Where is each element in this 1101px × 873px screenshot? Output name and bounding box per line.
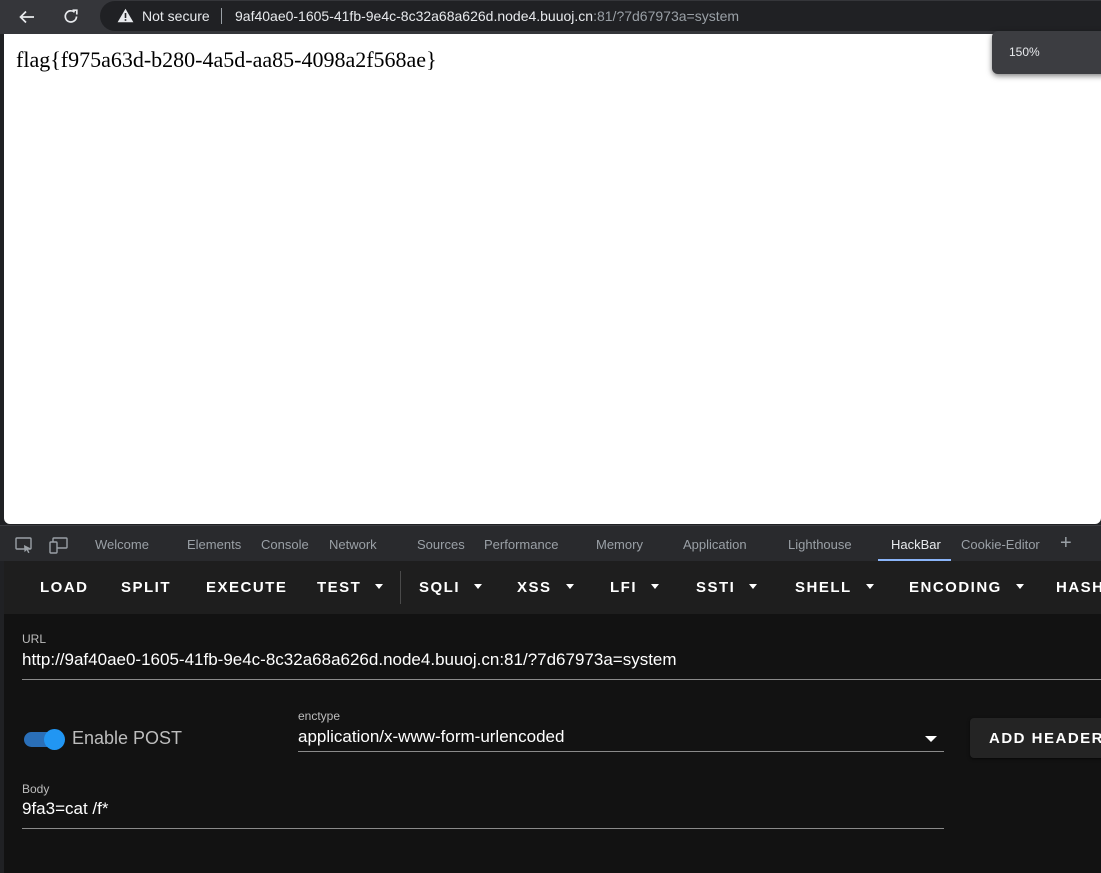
hackbar-menu: LOAD SPLIT EXECUTE TEST SQLI XSS LFI SST… <box>4 561 1101 614</box>
enctype-underline <box>298 751 944 752</box>
enable-post-label: Enable POST <box>72 728 183 748</box>
xss-label: XSS <box>517 579 552 596</box>
reload-icon <box>64 9 78 23</box>
url-field[interactable]: http://9af40ae0-1605-41fb-9e4c-8c32a68a6… <box>22 650 677 670</box>
warning-icon[interactable] <box>117 8 134 28</box>
tab-console[interactable]: Console <box>261 537 309 552</box>
load-label: LOAD <box>40 579 89 596</box>
test-label: TEST <box>317 579 362 596</box>
tab-performance[interactable]: Performance <box>484 537 558 552</box>
split-label: SPLIT <box>121 579 172 596</box>
caret-down-icon <box>749 583 758 589</box>
load-button[interactable]: LOAD <box>40 579 89 596</box>
omnibox-divider <box>221 8 222 24</box>
tab-application[interactable]: Application <box>683 537 747 552</box>
caret-down-icon <box>865 583 874 589</box>
caret-down-icon <box>651 583 659 589</box>
enable-post-toggle[interactable] <box>24 729 66 750</box>
sqli-label: SQLI <box>419 579 461 596</box>
url-field-label: URL <box>22 632 47 646</box>
url-field-underline <box>22 679 1101 680</box>
body-field-underline <box>22 828 944 829</box>
add-header-button[interactable]: ADD HEADER <box>970 718 1101 758</box>
browser-toolbar: Not secure 9af40ae0-1605-41fb-9e4c-8c32a… <box>0 0 1101 34</box>
tab-sources[interactable]: Sources <box>417 537 465 552</box>
execute-label: EXECUTE <box>206 579 288 596</box>
dropdown-arrow-icon[interactable] <box>925 736 937 742</box>
url-display[interactable]: 9af40ae0-1605-41fb-9e4c-8c32a68a626d.nod… <box>235 8 739 24</box>
plus-icon[interactable]: + <box>1060 532 1072 555</box>
tab-lighthouse[interactable]: Lighthouse <box>788 537 852 552</box>
tab-memory[interactable]: Memory <box>596 537 643 552</box>
hackbar-panel: LOAD SPLIT EXECUTE TEST SQLI XSS LFI SST… <box>4 561 1101 873</box>
sqli-menu[interactable]: SQLI <box>419 579 483 596</box>
caret-down-icon <box>565 583 574 589</box>
menu-divider <box>400 571 401 604</box>
url-path: :81/?7d67973a=system <box>593 8 740 24</box>
shell-menu[interactable]: SHELL <box>795 579 874 596</box>
add-header-label: ADD HEADER <box>989 730 1101 747</box>
page-viewport: flag{f975a63d-b280-4a5d-aa85-4098a2f568a… <box>4 34 1101 524</box>
security-label[interactable]: Not secure <box>142 8 210 24</box>
toggle-thumb <box>44 729 65 750</box>
encoding-menu[interactable]: ENCODING <box>909 579 1024 596</box>
address-bar[interactable]: Not secure 9af40ae0-1605-41fb-9e4c-8c32a… <box>100 1 1101 31</box>
tab-hackbar[interactable]: HackBar <box>891 537 941 552</box>
caret-down-icon <box>1015 583 1024 589</box>
tab-cookie-editor[interactable]: Cookie-Editor <box>961 537 1040 552</box>
hash-menu[interactable]: HASH <box>1056 579 1101 596</box>
tab-welcome[interactable]: Welcome <box>95 537 149 552</box>
execute-button[interactable]: EXECUTE <box>206 579 287 596</box>
devtools-tab-bar: Welcome Elements Console Network Sources… <box>0 525 1101 561</box>
test-menu[interactable]: TEST <box>317 579 384 596</box>
xss-menu[interactable]: XSS <box>517 579 574 596</box>
back-button[interactable] <box>14 4 40 30</box>
inspect-element-icon[interactable] <box>15 537 34 559</box>
page-content-text: flag{f975a63d-b280-4a5d-aa85-4098a2f568a… <box>16 47 437 72</box>
reload-button[interactable] <box>58 4 84 30</box>
lfi-label: LFI <box>610 579 637 596</box>
enctype-label: enctype <box>298 709 341 723</box>
url-host: 9af40ae0-1605-41fb-9e4c-8c32a68a626d.nod… <box>235 8 594 24</box>
shell-label: SHELL <box>795 579 852 596</box>
lfi-menu[interactable]: LFI <box>610 579 659 596</box>
body-field-label: Body <box>22 782 50 796</box>
split-button[interactable]: SPLIT <box>121 579 171 596</box>
device-toolbar-icon[interactable] <box>49 537 69 559</box>
ssti-menu[interactable]: SSTI <box>696 579 758 596</box>
tab-network[interactable]: Network <box>329 537 377 552</box>
body-field[interactable]: 9fa3=cat /f* <box>22 799 108 819</box>
hash-label: HASH <box>1056 579 1101 596</box>
ssti-label: SSTI <box>696 579 736 596</box>
zoom-indicator: 150% <box>992 31 1101 74</box>
caret-down-icon <box>375 583 384 589</box>
encoding-label: ENCODING <box>909 579 1002 596</box>
tab-elements[interactable]: Elements <box>187 537 241 552</box>
arrow-left-icon <box>19 10 34 24</box>
caret-down-icon <box>474 583 483 589</box>
enctype-select[interactable]: application/x-www-form-urlencoded <box>298 727 564 747</box>
